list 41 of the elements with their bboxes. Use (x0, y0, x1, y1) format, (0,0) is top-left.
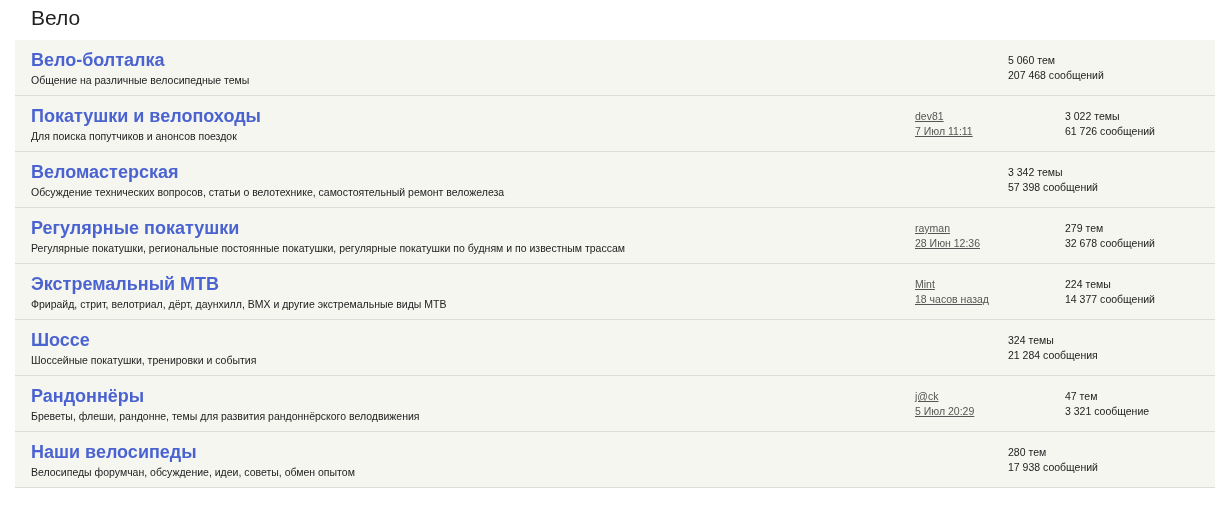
forum-description: Общение на различные велосипедные темы (31, 73, 251, 86)
forum-title-link[interactable]: Регулярные покатушки (31, 217, 240, 239)
forum-description: Регулярные покатушки, региональные постоянные покатушки, регулярные покатушки по будням и по известным трассам (31, 241, 627, 254)
topic-count: 324 темы (1008, 334, 1055, 346)
forum-description: Бреветы, флеши, рандонне, темы для развития рандоннёрского велодвижения (31, 409, 421, 422)
last-post-time-link[interactable]: 5 Июл 20:29 (915, 405, 975, 417)
forum-description: Шоссейные покатушки, тренировки и события (31, 353, 258, 366)
last-post-time-link[interactable]: 18 часов назад (915, 293, 989, 305)
last-post-time-link[interactable]: 28 Июн 12:36 (915, 237, 980, 249)
author-link[interactable]: dev81 (915, 110, 944, 122)
forum-description: Велосипеды форумчан, обсуждение, идеи, советы, обмен опытом (31, 465, 356, 478)
last-post-time-link[interactable]: 7 Июл 11:11 (915, 125, 973, 137)
forum-title-link[interactable]: Экстремальный MTB (31, 273, 220, 295)
topic-count: 279 тем (1065, 222, 1105, 234)
topic-count: 3 022 темы (1065, 110, 1121, 122)
author-link[interactable]: Mint (915, 278, 935, 290)
forum-description: Фрирайд, стрит, велотриал, дёрт, даунхилл, BMX и другие экстремальные виды MTB (31, 297, 448, 310)
author-link[interactable]: j@ck (915, 390, 939, 402)
forum-description: Для поиска попутчиков и анонсов поездок (31, 129, 238, 142)
post-count: 3 321 сообщение (1065, 405, 1150, 417)
topic-count: 5 060 тем (1008, 54, 1056, 66)
forum-title-link[interactable]: Шоссе (31, 329, 90, 351)
forum-title-link[interactable]: Покатушки и велопоходы (31, 105, 261, 127)
topic-count: 224 темы (1065, 278, 1112, 290)
forum-title-link[interactable]: Наши велосипеды (31, 441, 197, 463)
post-count: 17 938 сообщений (1008, 461, 1098, 473)
post-count: 57 398 сообщений (1008, 181, 1098, 193)
post-count: 207 468 сообщений (1008, 69, 1104, 81)
section-title: Вело (31, 5, 82, 31)
topic-count: 3 342 темы (1008, 166, 1064, 178)
topic-count: 47 тем (1065, 390, 1099, 402)
forum-title-link[interactable]: Веломастерская (31, 161, 179, 183)
post-count: 14 377 сообщений (1065, 293, 1155, 305)
post-count: 21 284 сообщения (1008, 349, 1098, 361)
forum-title-link[interactable]: Вело-болталка (31, 49, 165, 71)
author-link[interactable]: rayman (915, 222, 950, 234)
forum-title-link[interactable]: Рандоннёры (31, 385, 145, 407)
forum-description: Обсуждение технических вопросов, статьи о велотехнике, самостоятельный ремонт веложелеза (31, 185, 506, 198)
post-count: 61 726 сообщений (1065, 125, 1155, 137)
topic-count: 280 тем (1008, 446, 1048, 458)
post-count: 32 678 сообщений (1065, 237, 1155, 249)
